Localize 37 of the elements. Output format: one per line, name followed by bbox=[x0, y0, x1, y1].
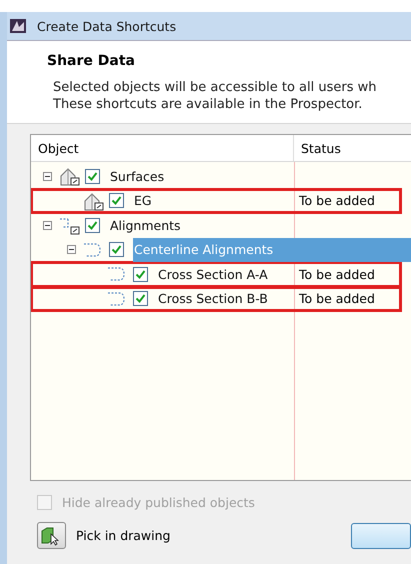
tree-label: Centerline Alignments bbox=[133, 241, 274, 260]
checkbox[interactable] bbox=[133, 266, 148, 282]
checkbox[interactable] bbox=[109, 193, 124, 208]
tree-label: Alignments bbox=[109, 216, 182, 235]
collapse-icon[interactable] bbox=[66, 245, 76, 254]
tree-row[interactable]: Cross Section A-A To be added bbox=[31, 262, 401, 286]
checkbox[interactable] bbox=[133, 291, 148, 306]
button-label: Pick in drawing bbox=[76, 528, 172, 543]
description-text: Selected objects will be accessible to all users wh bbox=[53, 79, 378, 96]
surface-icon bbox=[59, 166, 81, 186]
tree-label: Cross Section B-B bbox=[157, 290, 269, 308]
column-header[interactable]: Object bbox=[31, 135, 294, 161]
tree-label: Surfaces bbox=[109, 168, 166, 186]
status-text: To be added bbox=[298, 193, 375, 208]
checkbox[interactable] bbox=[85, 218, 100, 233]
column-header[interactable]: Status bbox=[294, 135, 341, 161]
section-title: Share Data bbox=[47, 53, 136, 69]
tree-label: EG bbox=[133, 192, 153, 210]
tree-label: Cross Section A-A bbox=[157, 266, 269, 284]
tree-row[interactable]: Alignments bbox=[31, 213, 411, 238]
collapse-icon[interactable] bbox=[42, 172, 52, 181]
checkbox[interactable] bbox=[85, 168, 100, 184]
checkbox[interactable] bbox=[109, 242, 124, 258]
surface-icon bbox=[83, 190, 105, 211]
cube-cursor-icon[interactable] bbox=[40, 526, 60, 546]
collapse-icon[interactable] bbox=[42, 220, 52, 230]
dialog-button[interactable] bbox=[351, 522, 411, 548]
status-text: To be added bbox=[298, 266, 375, 282]
app-logo-icon bbox=[9, 18, 27, 34]
checkbox-label: Hide already published objects bbox=[62, 495, 255, 510]
tree-row[interactable]: EG To be added bbox=[31, 188, 401, 213]
tree-row[interactable]: Cross Section B-B To be added bbox=[31, 286, 401, 311]
description-text: These shortcuts are available in the Prospector. bbox=[53, 96, 364, 113]
tree-row[interactable]: Surfaces bbox=[31, 164, 411, 188]
pick-button[interactable] bbox=[37, 522, 66, 549]
window-title: Create Data Shortcuts bbox=[37, 18, 176, 34]
status-text: To be added bbox=[298, 291, 375, 306]
